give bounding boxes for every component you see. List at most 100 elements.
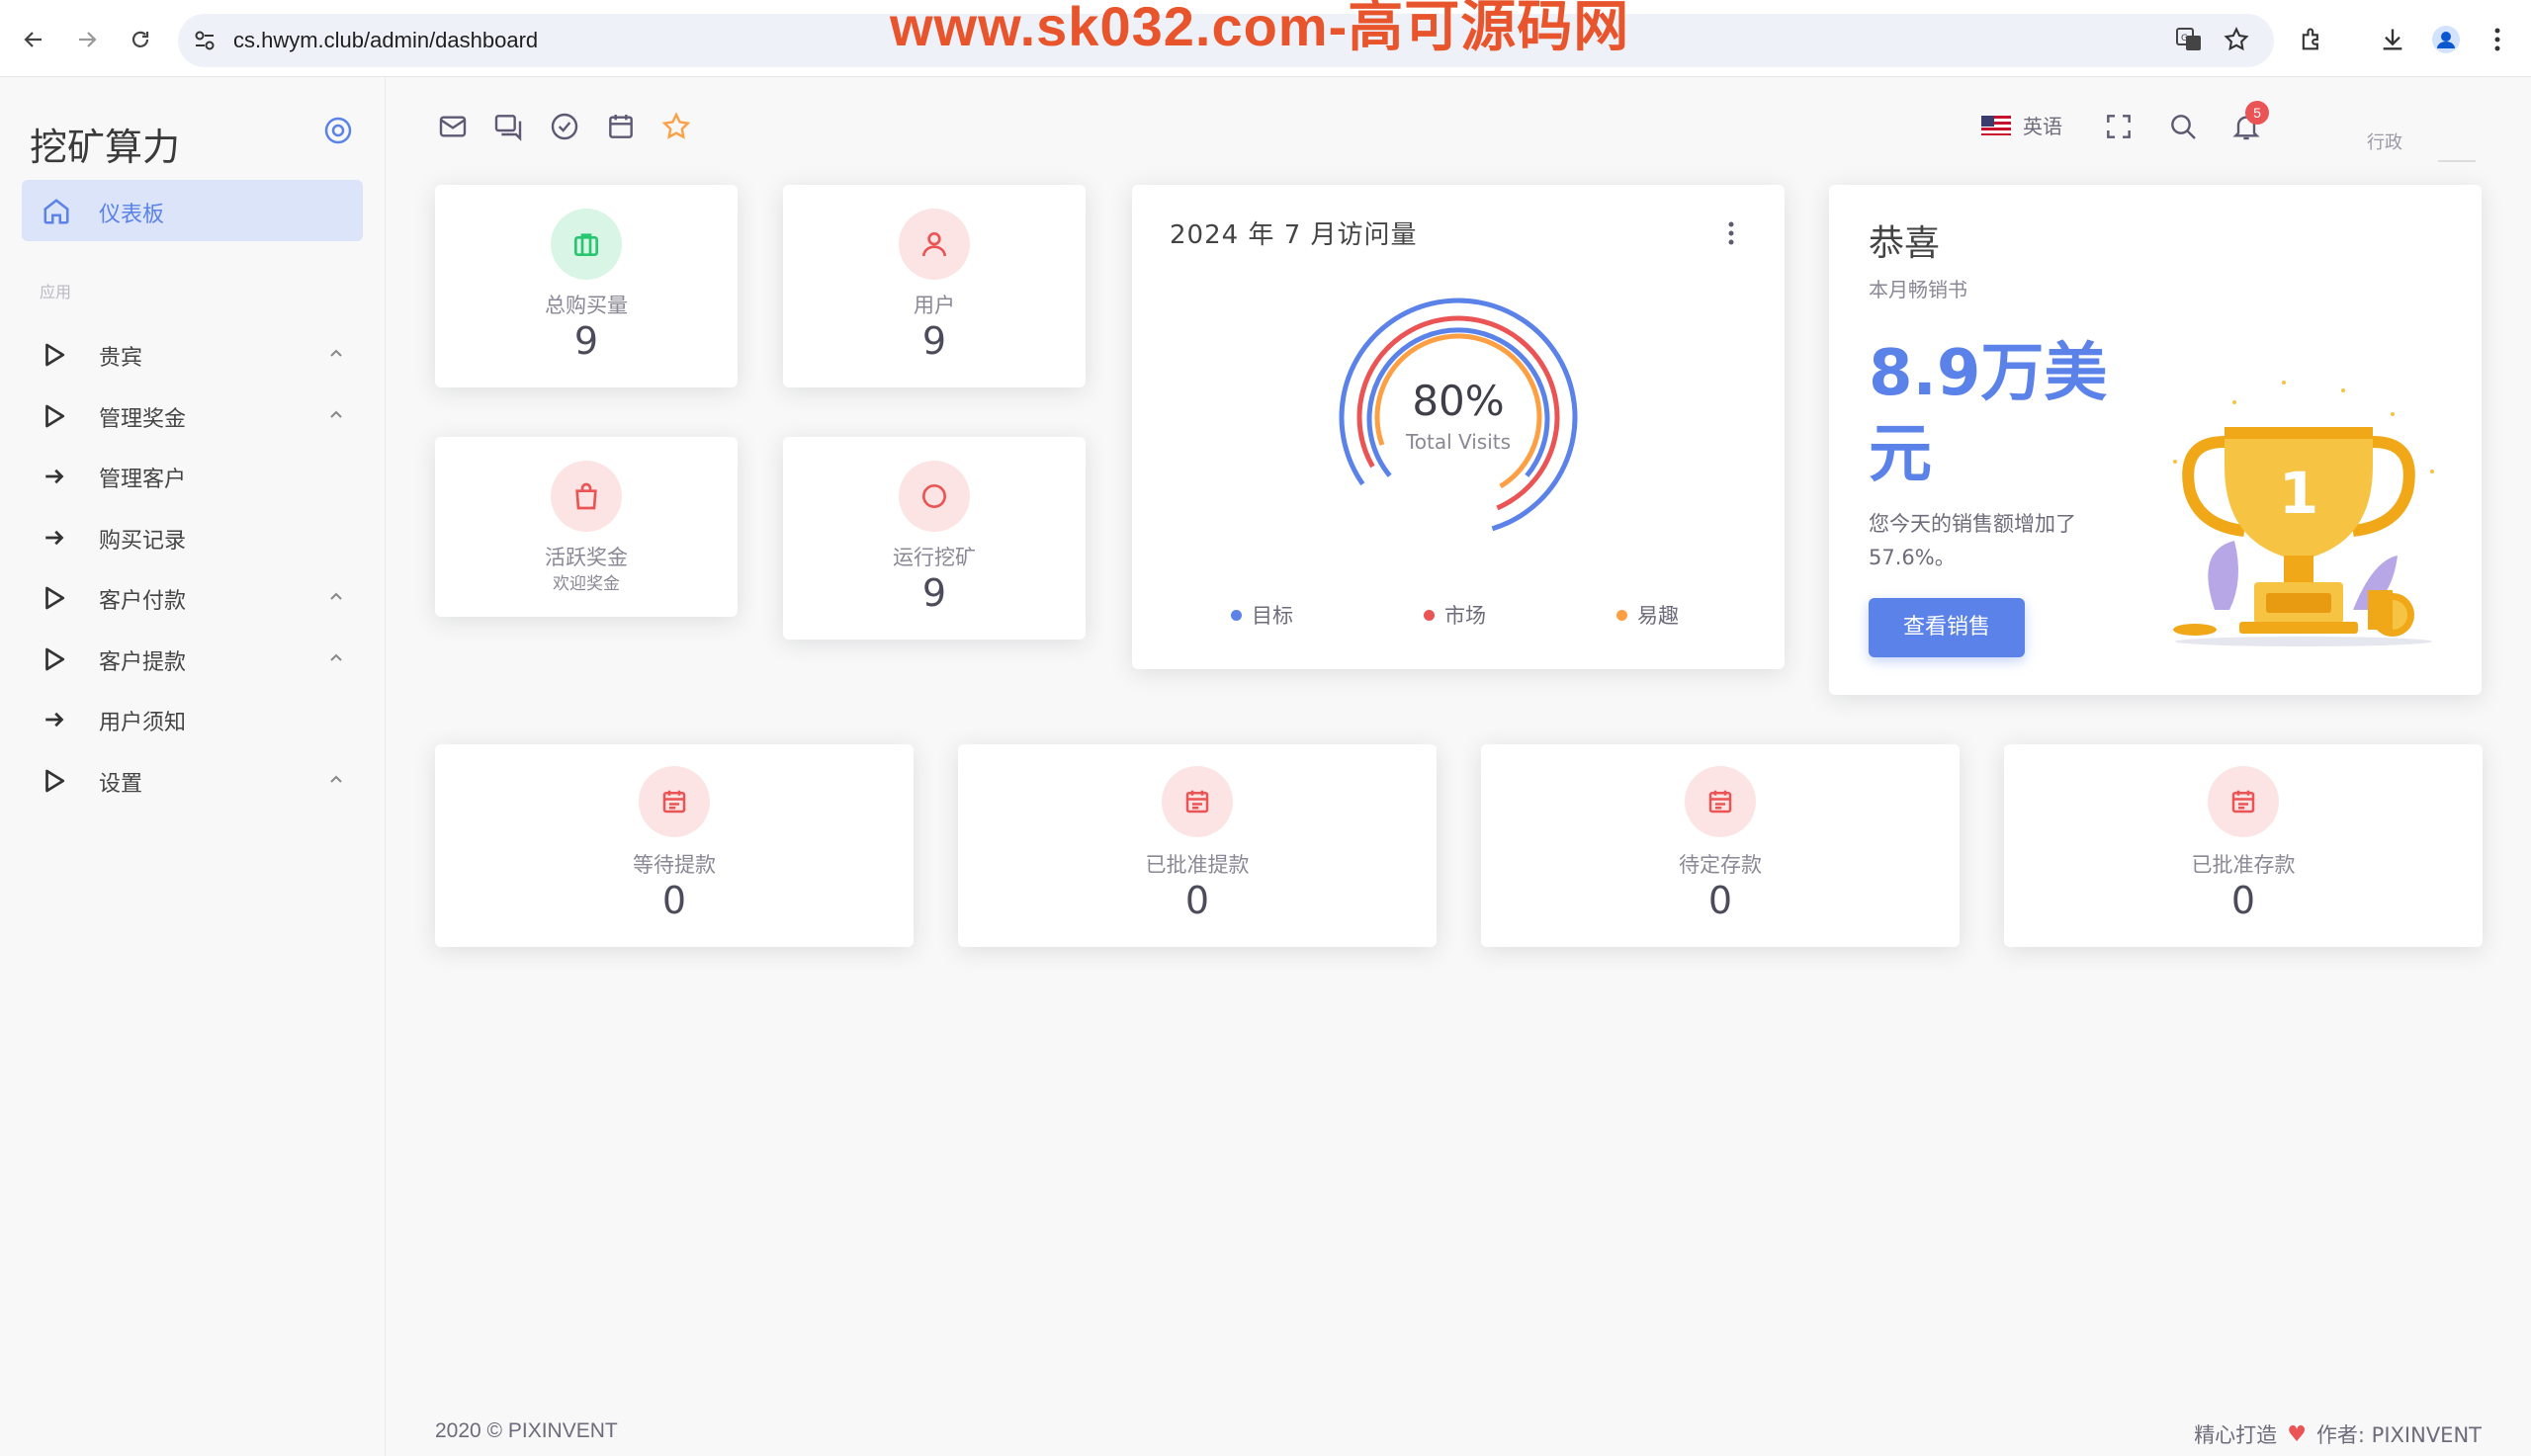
trophy-rank: 1: [2279, 460, 2318, 527]
chevron-up-icon[interactable]: [326, 404, 346, 424]
forward-icon[interactable]: [69, 22, 105, 57]
sidebar-item[interactable]: 设置: [22, 752, 363, 808]
extensions-icon[interactable]: [2296, 24, 2327, 55]
legend-item-ebay: 易趣: [1616, 600, 1679, 630]
legend-dot: [1616, 609, 1627, 621]
language-dropdown[interactable]: 英语: [1981, 111, 2062, 139]
bookmark-star-icon[interactable]: [2221, 24, 2252, 55]
sales-amount: 8.9万美元: [1869, 337, 2108, 491]
notification-badge: 5: [2245, 101, 2269, 125]
brand-logo-text[interactable]: 挖矿算力: [30, 117, 180, 171]
play-outline-icon: [45, 404, 65, 427]
sales-description: 您今天的销售额增加了 57.6%。: [1869, 512, 2076, 569]
transaction-card: 已批准提款 0: [958, 744, 1437, 947]
browser-menu-icon[interactable]: [2482, 24, 2513, 55]
sidebar-item[interactable]: 管理奖金: [22, 387, 363, 443]
site-settings-icon[interactable]: [192, 28, 218, 53]
star-icon[interactable]: [660, 111, 692, 142]
footer-copyright: 2020 © PIXINVENT: [435, 1419, 618, 1442]
sidebar-item[interactable]: 购买记录: [22, 509, 363, 564]
stat-label: 用户: [914, 294, 955, 317]
footer-made-with: 精心打造: [2194, 1423, 2278, 1447]
download-icon[interactable]: [2377, 24, 2408, 55]
stat-card-active-bonus: 活跃奖金 欢迎奖金: [435, 437, 738, 617]
transaction-value: 0: [2230, 879, 2256, 922]
transaction-value: 0: [661, 879, 687, 922]
sidebar-item[interactable]: 管理客户: [22, 448, 363, 503]
search-icon[interactable]: [2167, 111, 2199, 142]
reload-icon[interactable]: [123, 22, 158, 57]
browser-toolbar: cs.hwym.club/admin/dashboard G www.sk032…: [0, 0, 2531, 77]
congrats-subtitle: 本月畅销书: [1869, 278, 1967, 301]
stat-card-users: 用户 9: [783, 185, 1086, 387]
stat-label: 活跃奖金: [545, 546, 628, 569]
legend-dot: [1424, 609, 1435, 621]
legend-label: 易趣: [1637, 604, 1679, 628]
stat-value: 9: [921, 319, 947, 363]
sidebar-item-label: 客户提款: [99, 649, 187, 675]
more-vertical-icon[interactable]: [1725, 218, 1737, 248]
stat-sub-label: 欢迎奖金: [553, 574, 620, 594]
check-circle-icon[interactable]: [549, 111, 580, 142]
visits-card: 2024 年 7 月访问量 80% Total Visits 目标 市场 易趣: [1132, 185, 1785, 669]
sidebar-section-label: 应用: [40, 283, 72, 301]
back-icon[interactable]: [16, 22, 51, 57]
chevron-up-icon[interactable]: [326, 647, 346, 667]
sidebar-toggle-icon[interactable]: [322, 115, 354, 146]
play-outline-icon: [45, 343, 65, 367]
user-divider: [2438, 160, 2476, 162]
visits-radial-chart: 80% Total Visits: [1339, 298, 1578, 537]
legend-item-market: 市场: [1424, 600, 1486, 630]
play-outline-icon: [45, 586, 65, 610]
congratulations-card: 恭喜 本月畅销书 8.9万美元 您今天的销售额增加了 57.6%。 查看销售 1: [1829, 185, 2482, 695]
calendar-icon[interactable]: [605, 111, 637, 142]
chevron-up-icon[interactable]: [326, 769, 346, 789]
user-role-label[interactable]: 行政: [2367, 128, 2402, 154]
stat-label: 运行挖矿: [893, 546, 976, 569]
sidebar-item-label: 购买记录: [99, 528, 187, 554]
visits-percent: 80%: [1412, 377, 1504, 425]
transaction-value: 0: [1707, 879, 1733, 922]
sidebar-item-label: 设置: [99, 771, 143, 797]
calendar-icon: [639, 766, 710, 837]
arrow-right-icon: [45, 530, 64, 545]
home-icon: [44, 199, 69, 224]
sidebar-item[interactable]: 客户付款: [22, 569, 363, 625]
fullscreen-icon[interactable]: [2103, 111, 2135, 142]
chat-icon[interactable]: [492, 111, 524, 142]
sidebar-item[interactable]: 贵宾: [22, 326, 363, 382]
briefcase-icon: [551, 209, 622, 280]
sidebar-item-label: 管理奖金: [99, 406, 187, 432]
us-flag-icon: [1981, 115, 2011, 135]
transaction-label: 待定存款: [1679, 853, 1762, 877]
sidebar-item-dashboard[interactable]: 仪表板: [22, 180, 363, 241]
profile-avatar-icon[interactable]: [2430, 24, 2462, 55]
footer-credits: 精心打造 ♥ 作者: PIXINVENT: [2194, 1419, 2482, 1449]
stat-value: 9: [921, 571, 947, 615]
calendar-icon: [1162, 766, 1233, 837]
sidebar-item[interactable]: 客户提款: [22, 631, 363, 686]
transaction-card: 等待提款 0: [435, 744, 914, 947]
svg-text:G: G: [2181, 34, 2188, 43]
sidebar-item[interactable]: 用户须知: [22, 691, 363, 746]
chevron-up-icon[interactable]: [326, 586, 346, 606]
sidebar-item-label: 仪表板: [99, 203, 165, 227]
sidebar: 挖矿算力 仪表板 应用 贵宾管理奖金管理客户购买记录客户付款客户提款用户须知设置: [0, 77, 386, 1456]
mail-icon[interactable]: [437, 111, 469, 142]
view-sales-button[interactable]: 查看销售: [1869, 598, 2025, 657]
play-outline-icon: [45, 769, 65, 792]
transaction-card: 已批准存款 0: [2004, 744, 2483, 947]
trophy-illustration: 1: [2173, 381, 2434, 646]
heart-icon: ♥: [2287, 1421, 2307, 1447]
translate-icon[interactable]: G: [2173, 24, 2205, 55]
sidebar-item-label: 客户付款: [99, 589, 187, 614]
chevron-up-icon[interactable]: [326, 343, 346, 363]
calendar-icon: [1685, 766, 1756, 837]
watermark-text: www.sk032.com-高可源码网: [890, 0, 1630, 57]
user-icon: [899, 209, 970, 280]
language-label: 英语: [2023, 115, 2062, 138]
congrats-title: 恭喜: [1869, 223, 1941, 264]
visits-title: 2024 年 7 月访问量: [1170, 220, 1418, 250]
transaction-card: 待定存款 0: [1481, 744, 1960, 947]
arrow-right-icon: [45, 712, 64, 728]
